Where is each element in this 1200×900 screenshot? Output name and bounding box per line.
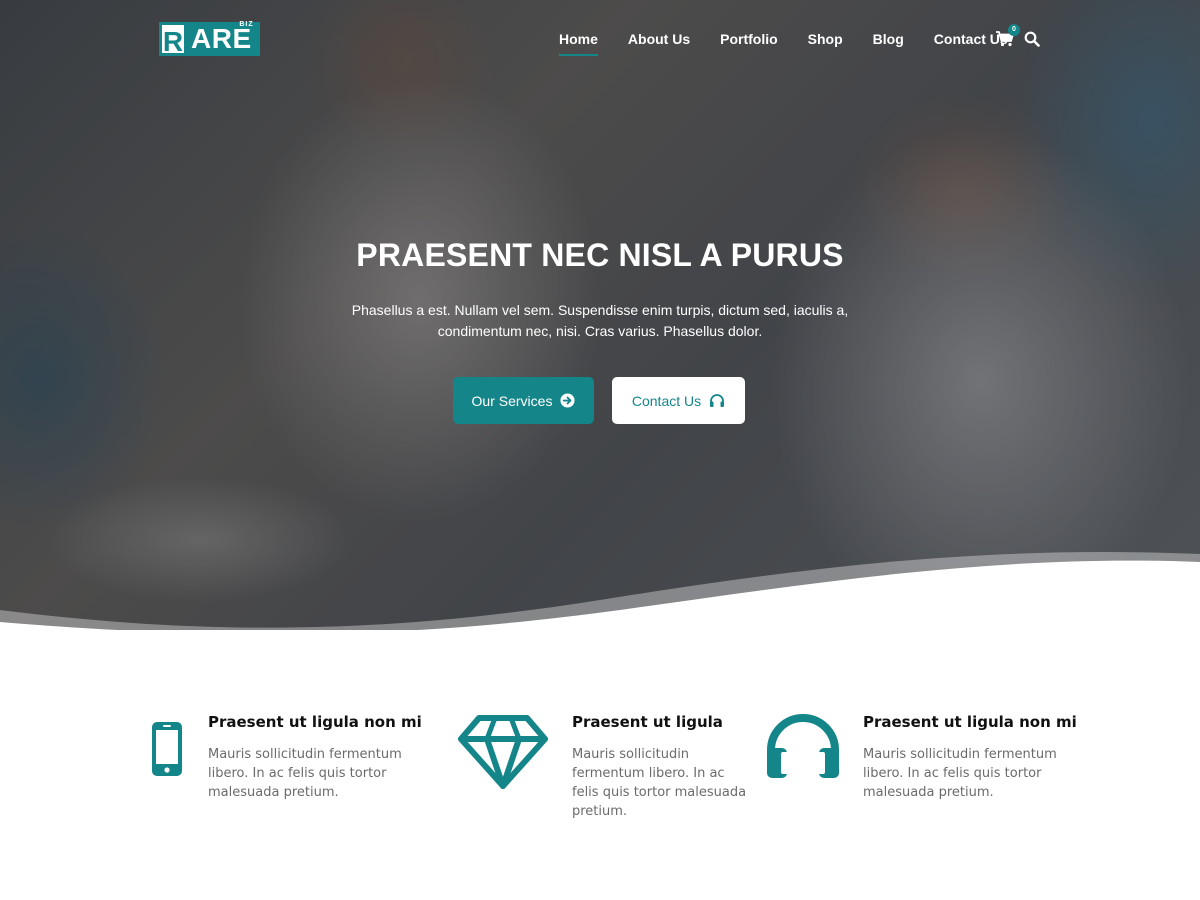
- hero-section: R ARE BIZ Home About Us Portfolio Shop B…: [0, 0, 1200, 630]
- headphones-icon: [765, 714, 841, 785]
- contact-us-button[interactable]: Contact Us: [612, 377, 745, 424]
- nav-item-about-us[interactable]: About Us: [628, 30, 690, 48]
- feature-text: Mauris sollicitudin fermentum libero. In…: [572, 747, 747, 819]
- logo-letter: R: [159, 22, 187, 57]
- mobile-phone-icon: [150, 720, 184, 783]
- nav-item-blog[interactable]: Blog: [873, 30, 904, 48]
- feature-title: Praesent ut ligula: [572, 713, 723, 731]
- diamond-icon: [457, 714, 549, 795]
- hero-description: Phasellus a est. Nullam vel sem. Suspend…: [351, 302, 849, 339]
- main-navigation: Home About Us Portfolio Shop Blog Contac…: [559, 30, 1038, 56]
- search-icon[interactable]: [1024, 31, 1040, 47]
- our-services-label: Our Services: [471, 392, 553, 409]
- nav-item-portfolio[interactable]: Portfolio: [720, 30, 778, 48]
- feature-text: Mauris sollicitudin fermentum libero. In…: [208, 747, 402, 800]
- cart-count-badge: 0: [1008, 24, 1020, 36]
- arrow-circle-right-icon: [560, 393, 575, 408]
- site-logo[interactable]: R ARE BIZ: [159, 21, 260, 57]
- logo-tag: BIZ: [239, 21, 254, 28]
- hero-wave-divider: [0, 552, 1200, 630]
- contact-us-label: Contact Us: [631, 392, 702, 409]
- nav-item-home[interactable]: Home: [559, 30, 598, 56]
- feature-text: Mauris sollicitudin fermentum libero. In…: [863, 747, 1057, 800]
- nav-item-shop[interactable]: Shop: [808, 30, 843, 48]
- our-services-button[interactable]: Our Services: [453, 377, 594, 424]
- feature-title: Praesent ut ligula non mi: [208, 713, 422, 731]
- headphones-icon: [709, 393, 725, 408]
- logo-text: ARE BIZ: [187, 21, 260, 56]
- feature-title: Praesent ut ligula non mi: [863, 713, 1077, 731]
- hero-title: PRAESENT NEC NISL A PURUS: [356, 237, 844, 273]
